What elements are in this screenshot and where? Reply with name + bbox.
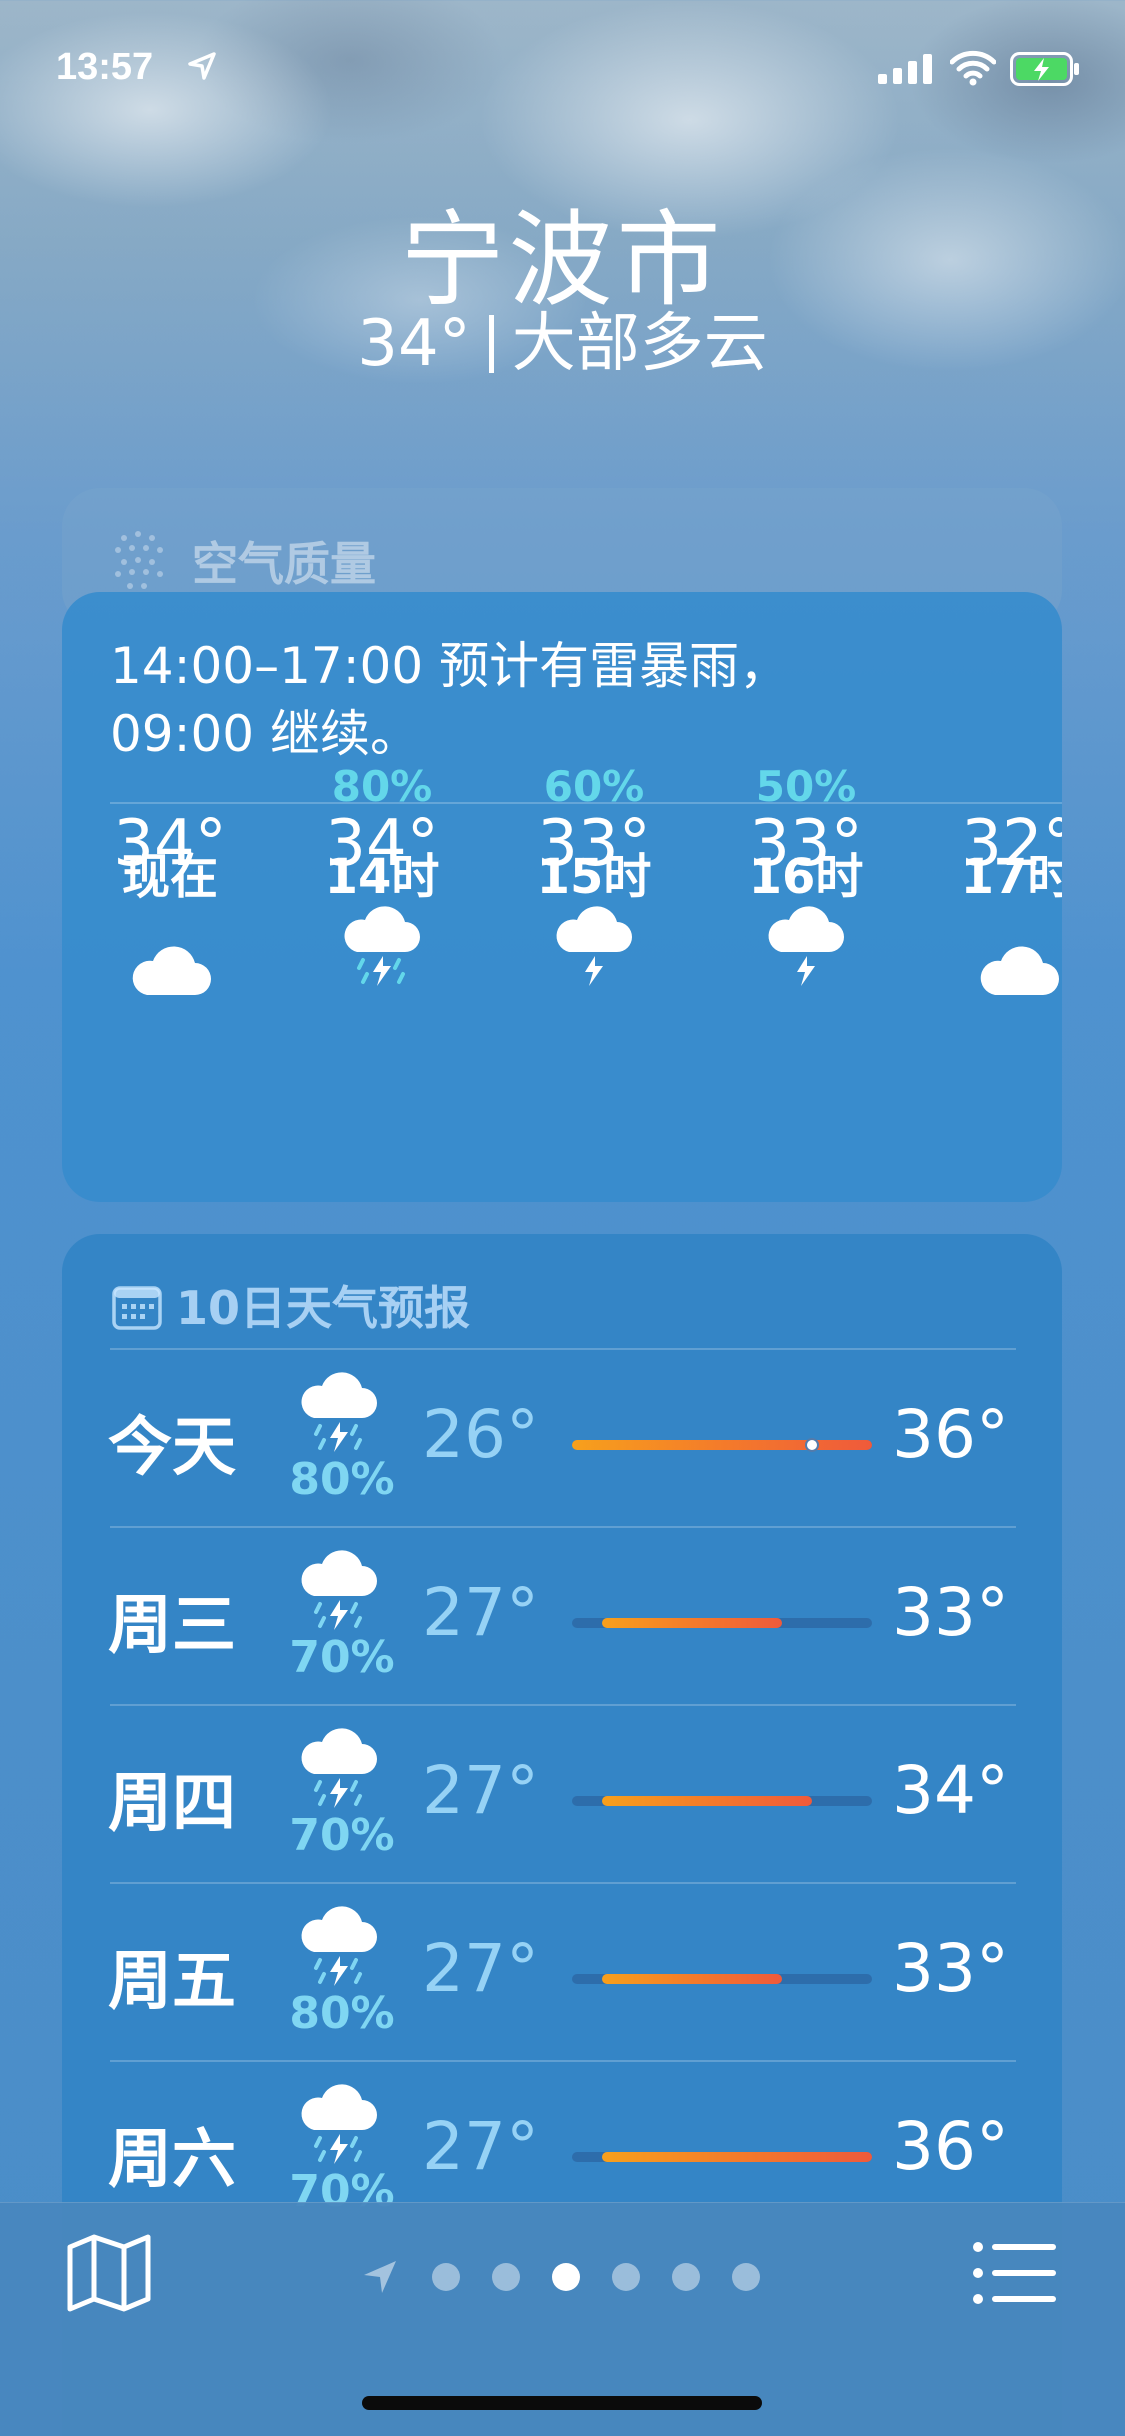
day-low-temp: 27° [422, 1930, 539, 2007]
calendar-icon [112, 1286, 162, 1330]
day-name: 周六 [108, 2123, 236, 2197]
daily-row[interactable]: 周三 70% 27° 33° [62, 1528, 1062, 1706]
hour-temp: 33° [749, 807, 863, 881]
temp-range-bar [572, 2152, 872, 2162]
day-name: 周五 [108, 1945, 236, 2019]
day-name: 周三 [108, 1589, 236, 1663]
separator [488, 315, 494, 373]
page-dot[interactable] [432, 2263, 460, 2291]
current-location-arrow-icon [364, 2261, 396, 2293]
thunderstorm-rain-icon [301, 1728, 377, 1808]
daily-row[interactable]: 今天 80% 26° 36° [62, 1350, 1062, 1528]
temp-range-bar [572, 1618, 872, 1628]
temp-range-fill [572, 1440, 872, 1450]
thunderstorm-rain-icon [344, 906, 420, 986]
wifi-icon [950, 50, 996, 86]
day-precip: 80% [289, 1454, 395, 1505]
summary-line-1: 14:00–17:00 预计有雷暴雨， [110, 637, 790, 695]
daily-row[interactable]: 周四 70% 27° 34° [62, 1706, 1062, 1884]
page-dot[interactable] [492, 2263, 520, 2291]
thunderstorm-rain-icon [301, 1906, 377, 1986]
air-quality-title: 空气质量 [192, 537, 376, 591]
status-time: 13:57 [56, 46, 154, 88]
hour-precip: 80% [331, 762, 433, 811]
day-precip: 70% [289, 1632, 395, 1683]
location-arrow-icon [188, 52, 216, 80]
cloud-icon [980, 946, 1059, 995]
thunderstorm-icon [556, 906, 632, 986]
page-dot[interactable] [612, 2263, 640, 2291]
hour-temp: 32° [961, 807, 1062, 881]
hour-precip: 50% [755, 762, 857, 811]
cloud-icon [132, 946, 211, 995]
signal-icon [878, 54, 932, 84]
thunderstorm-rain-icon [301, 1550, 377, 1630]
day-high-temp: 33° [892, 1574, 1009, 1651]
day-precip: 70% [289, 1810, 395, 1861]
summary-line-2: 09:00 继续。 [110, 705, 420, 763]
day-high-temp: 34° [892, 1752, 1009, 1829]
thunderstorm-icon [768, 906, 844, 986]
air-quality-dots-icon [115, 531, 163, 589]
day-high-temp: 36° [892, 2108, 1009, 2185]
hourly-summary: 14:00–17:00 预计有雷暴雨， 09:00 继续。 [110, 632, 1010, 768]
temp-range-bar [572, 1438, 872, 1452]
hour-precip: 60% [543, 762, 645, 811]
battery-charging-icon [1010, 52, 1079, 86]
map-icon[interactable] [66, 2233, 152, 2313]
daily-forecast-header: 10日天气预报 [112, 1272, 470, 1338]
page-dot-active[interactable] [552, 2263, 580, 2291]
temp-range-fill [602, 1974, 782, 1984]
hour-temp: 33° [537, 807, 651, 881]
daily-forecast-title: 10日天气预报 [176, 1281, 471, 1335]
home-indicator[interactable] [362, 2396, 762, 2410]
hour-temp: 34° [325, 807, 439, 881]
temp-range-bar [572, 1796, 872, 1806]
list-icon[interactable] [972, 2241, 1058, 2305]
temp-range-fill [602, 2152, 872, 2162]
current-conditions: 34° 大部多云 [0, 292, 1125, 384]
page-dot[interactable] [732, 2263, 760, 2291]
temp-range-fill [602, 1796, 812, 1806]
temp-range-bar [572, 1974, 872, 1984]
day-high-temp: 33° [892, 1930, 1009, 2007]
thunderstorm-rain-icon [301, 1372, 377, 1452]
day-precip: 80% [289, 1988, 395, 2039]
day-name: 今天 [108, 1411, 236, 1485]
status-bar: 13:57 [0, 40, 1125, 100]
temp-range-fill [602, 1618, 782, 1628]
hour-temp: 34° [113, 807, 227, 881]
daily-row[interactable]: 周五 80% 27° 33° [62, 1884, 1062, 2062]
current-condition: 大部多云 [511, 307, 768, 381]
page-dot[interactable] [672, 2263, 700, 2291]
day-low-temp: 27° [422, 1752, 539, 1829]
day-low-temp: 26° [422, 1396, 539, 1473]
day-high-temp: 36° [892, 1396, 1009, 1473]
hourly-forecast-card[interactable]: 14:00–17:00 预计有雷暴雨， 09:00 继续。 现在 34° 14时… [62, 592, 1062, 1202]
day-name: 周四 [108, 1767, 236, 1841]
day-low-temp: 27° [422, 2108, 539, 2185]
current-temp-marker [805, 1438, 819, 1452]
current-temperature: 34° [357, 307, 471, 381]
day-low-temp: 27° [422, 1574, 539, 1651]
thunderstorm-rain-icon [301, 2084, 377, 2164]
